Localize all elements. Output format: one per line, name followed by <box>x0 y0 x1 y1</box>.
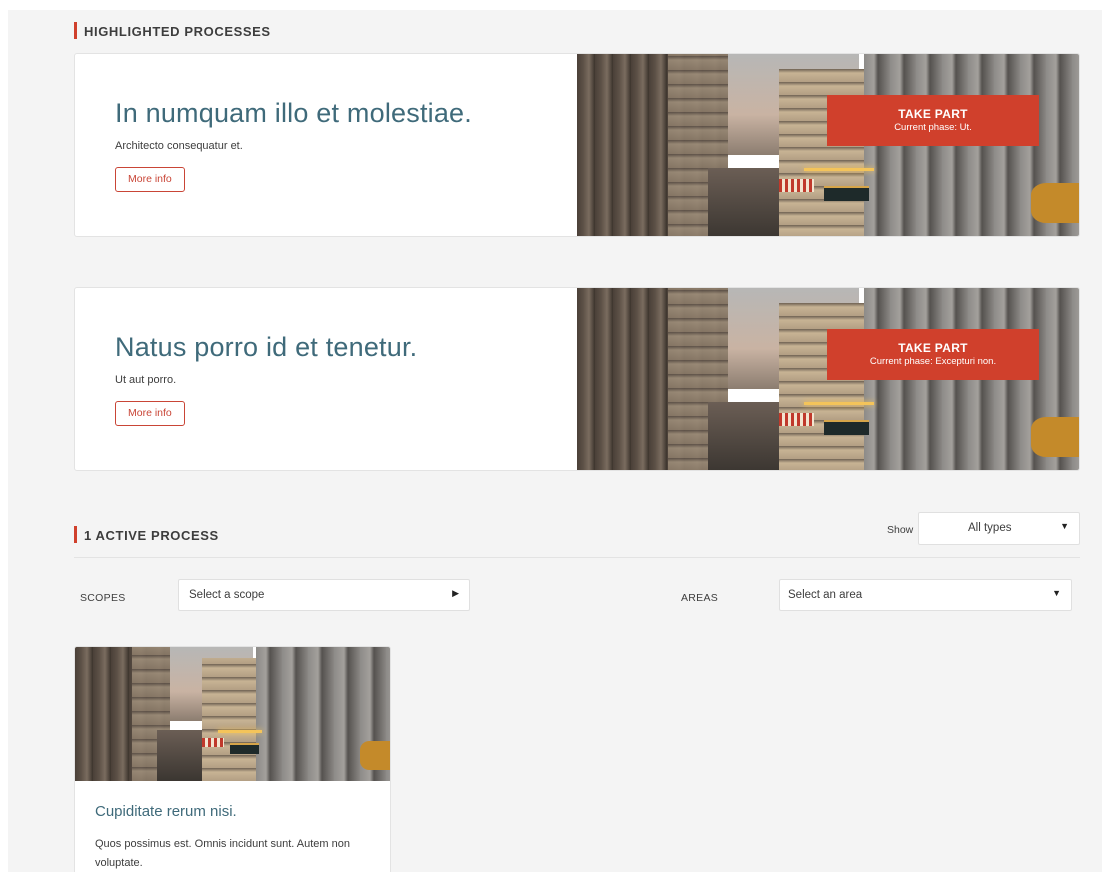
caret-right-icon: ▶ <box>452 588 459 598</box>
process-description: Architecto consequatur et. <box>115 140 243 152</box>
take-part-label: TAKE PART <box>898 341 968 355</box>
show-label: Show <box>887 524 914 536</box>
type-filter-value: All types <box>968 522 1012 534</box>
more-info-button[interactable]: More info <box>115 401 185 426</box>
highlighted-process-card[interactable]: Natus porro id et tenetur. Ut aut porro.… <box>74 287 1080 471</box>
highlighted-processes-title: HIGHLIGHTED PROCESSES <box>74 22 271 39</box>
areas-label: AREAS <box>681 592 719 604</box>
process-card-title[interactable]: Cupiditate rerum nisi. <box>95 803 237 820</box>
take-part-button[interactable]: TAKE PART Current phase: Ut. <box>827 95 1039 146</box>
page-background: HIGHLIGHTED PROCESSES In numquam illo et… <box>8 10 1102 872</box>
take-part-button[interactable]: TAKE PART Current phase: Excepturi non. <box>827 329 1039 380</box>
scope-select-value: Select a scope <box>189 589 265 601</box>
current-phase: Current phase: Ut. <box>894 122 972 133</box>
caret-down-icon: ▼ <box>1060 521 1069 531</box>
process-card[interactable]: Cupiditate rerum nisi. Quos possimus est… <box>74 646 391 872</box>
active-processes-title: 1 ACTIVE PROCESS <box>74 526 219 543</box>
scope-select[interactable]: Select a scope ▶ <box>178 579 470 611</box>
take-part-label: TAKE PART <box>898 107 968 121</box>
type-filter-select[interactable]: All types ▼ <box>918 512 1080 545</box>
current-phase: Current phase: Excepturi non. <box>869 356 997 367</box>
process-card-description: Quos possimus est. Omnis incidunt sunt. … <box>95 838 350 869</box>
process-title[interactable]: Natus porro id et tenetur. <box>115 332 535 363</box>
process-description: Ut aut porro. <box>115 374 177 386</box>
more-info-button[interactable]: More info <box>115 167 185 192</box>
area-select-value: Select an area <box>788 589 863 601</box>
process-title[interactable]: In numquam illo et molestiae. <box>115 98 535 129</box>
area-select[interactable]: Select an area ▼ <box>779 579 1072 611</box>
highlighted-process-card[interactable]: In numquam illo et molestiae. Architecto… <box>74 53 1080 237</box>
scopes-label: SCOPES <box>80 592 126 604</box>
process-card-image <box>75 647 390 781</box>
section-divider <box>74 557 1080 558</box>
caret-down-icon: ▼ <box>1052 588 1061 598</box>
